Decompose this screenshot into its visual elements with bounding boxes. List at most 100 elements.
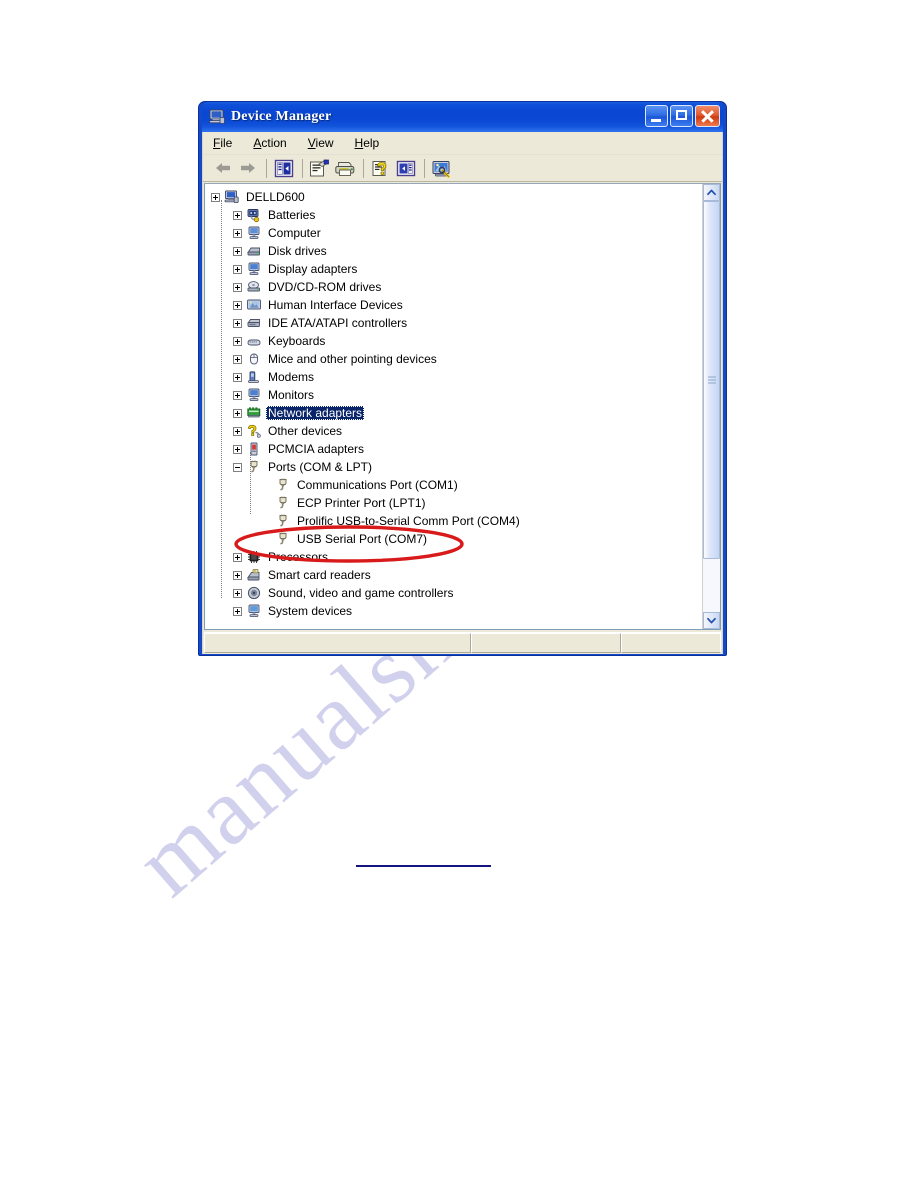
tree-node-monitors[interactable]: Monitors (211, 386, 702, 404)
network-adapter-icon (246, 405, 262, 421)
mouse-icon (246, 351, 262, 367)
show-hide-console-tree-icon[interactable] (272, 157, 295, 179)
status-pane-3 (621, 633, 721, 653)
expander-icon[interactable] (233, 228, 242, 238)
expander-icon[interactable] (233, 588, 242, 598)
keyboard-icon (246, 333, 262, 349)
monitor-icon (246, 387, 262, 403)
page-footer-rule (356, 865, 491, 867)
window-title-bar[interactable]: Device Manager (202, 102, 723, 132)
tree-node-label: USB Serial Port (COM7) (297, 532, 428, 546)
expander-icon[interactable] (233, 570, 242, 580)
tree-node-smart-card-readers[interactable]: Smart card readers (211, 566, 702, 584)
tree-node-label: Display adapters (268, 262, 358, 276)
minimize-button[interactable] (645, 105, 668, 127)
tree-node-label: IDE ATA/ATAPI controllers (268, 316, 408, 330)
expander-icon[interactable] (233, 408, 242, 418)
scroll-up-arrow-icon[interactable] (703, 184, 720, 201)
expander-icon[interactable] (211, 192, 220, 202)
tree-node-pcmcia-adapters[interactable]: PCMCIA adapters (211, 440, 702, 458)
tree-node-root[interactable]: DELLD600 (211, 188, 702, 206)
tree-node-modems[interactable]: Modems (211, 368, 702, 386)
tree-node-label: DVD/CD-ROM drives (268, 280, 382, 294)
tree-node-label: Batteries (268, 208, 316, 222)
scrollbar-grip-icon (707, 376, 716, 384)
tree-node-prolific-usb-to-serial-comm-port-com4[interactable]: Prolific USB-to-Serial Comm Port (COM4) (211, 512, 702, 530)
tree-node-label: Ports (COM & LPT) (268, 460, 373, 474)
expander-icon[interactable] (233, 246, 242, 256)
tree-node-label: Modems (268, 370, 315, 384)
tree-node-system-devices[interactable]: System devices (211, 602, 702, 620)
display-adapter-icon (246, 261, 262, 277)
expander-icon[interactable] (233, 552, 242, 562)
properties-icon[interactable] (308, 157, 331, 179)
expander-icon[interactable] (233, 354, 242, 364)
tree-node-ide-ata-atapi-controllers[interactable]: IDE ATA/ATAPI controllers (211, 314, 702, 332)
tree-node-network-adapters[interactable]: Network adapters (211, 404, 702, 422)
tree-node-computer[interactable]: Computer (211, 224, 702, 242)
back-arrow-icon[interactable] (211, 157, 234, 179)
menu-view[interactable]: View (308, 136, 334, 150)
print-icon[interactable] (333, 157, 356, 179)
tree-node-keyboards[interactable]: Keyboards (211, 332, 702, 350)
tree-node-ports[interactable]: Ports (COM & LPT) (211, 458, 702, 476)
tree-node-sound-video-and-game-controllers[interactable]: Sound, video and game controllers (211, 584, 702, 602)
tree-node-mice-and-other-pointing-devices[interactable]: Mice and other pointing devices (211, 350, 702, 368)
expander-icon[interactable] (233, 426, 242, 436)
expander-icon[interactable] (233, 282, 242, 292)
tree-node-label: Disk drives (268, 244, 327, 258)
window-title: Device Manager (231, 109, 332, 124)
tree-node-other-devices[interactable]: Other devices (211, 422, 702, 440)
tree-node-dvd-cdrom-drives[interactable]: DVD/CD-ROM drives (211, 278, 702, 296)
maximize-button[interactable] (670, 105, 693, 127)
tree-node-display-adapters[interactable]: Display adapters (211, 260, 702, 278)
expander-icon[interactable] (233, 606, 242, 616)
expander-icon[interactable] (233, 444, 242, 454)
expander-icon[interactable] (233, 264, 242, 274)
tree-node-label: Other devices (268, 424, 343, 438)
scroll-down-arrow-icon[interactable] (703, 612, 720, 629)
expander-icon[interactable] (233, 318, 242, 328)
help-icon[interactable] (369, 157, 392, 179)
expander-icon[interactable] (233, 390, 242, 400)
scan-for-hardware-changes-icon[interactable] (430, 157, 453, 179)
toolbar-separator (302, 158, 303, 178)
device-tree[interactable]: DELLD600 Batteries Computer Disk drives … (205, 184, 702, 629)
tree-node-usb-serial-port-com7[interactable]: USB Serial Port (COM7) (211, 530, 702, 548)
tree-node-ecp-printer-port-lpt1[interactable]: ECP Printer Port (LPT1) (211, 494, 702, 512)
menu-action[interactable]: Action (253, 136, 286, 150)
tree-node-label: PCMCIA adapters (268, 442, 365, 456)
device-tree-pane: DELLD600 Batteries Computer Disk drives … (204, 183, 721, 630)
vertical-scrollbar[interactable] (702, 184, 720, 629)
status-pane-2 (471, 633, 621, 653)
menu-file[interactable]: File (213, 136, 232, 150)
tree-node-communications-port-com1[interactable]: Communications Port (COM1) (211, 476, 702, 494)
tree-node-processors[interactable]: Processors (211, 548, 702, 566)
scrollbar-thumb[interactable] (703, 201, 720, 559)
processor-icon (246, 549, 262, 565)
close-button[interactable] (695, 105, 720, 127)
update-driver-icon[interactable] (394, 157, 417, 179)
tree-node-label: Processors (268, 550, 329, 564)
tree-node-label: Sound, video and game controllers (268, 586, 454, 600)
menu-help[interactable]: Help (355, 136, 380, 150)
scrollbar-track[interactable] (703, 201, 720, 612)
window-control-buttons (645, 105, 720, 127)
toolbar-separator (363, 158, 364, 178)
tree-node-human-interface-devices[interactable]: Human Interface Devices (211, 296, 702, 314)
port-icon (275, 513, 291, 529)
expander-icon[interactable] (233, 372, 242, 382)
smartcard-reader-icon (246, 567, 262, 583)
tree-node-batteries[interactable]: Batteries (211, 206, 702, 224)
expander-icon[interactable] (233, 210, 242, 220)
expander-icon[interactable] (233, 300, 242, 310)
tree-node-disk-drives[interactable]: Disk drives (211, 242, 702, 260)
collapser-icon[interactable] (233, 462, 242, 472)
forward-arrow-icon[interactable] (236, 157, 259, 179)
expander-icon[interactable] (233, 336, 242, 346)
tree-node-label: Mice and other pointing devices (268, 352, 437, 366)
tree-node-label: ECP Printer Port (LPT1) (297, 496, 426, 510)
pcmcia-icon (246, 441, 262, 457)
